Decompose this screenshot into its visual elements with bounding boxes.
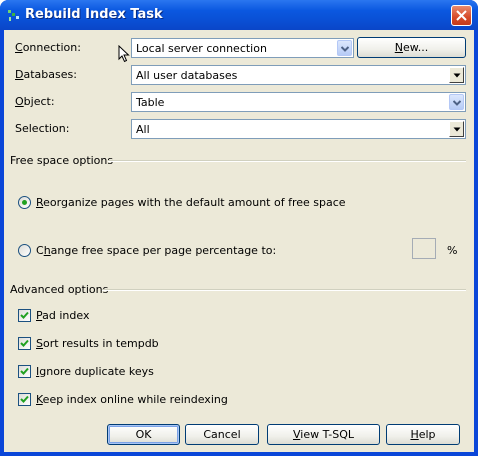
object-value: Table (136, 96, 165, 109)
connection-value: Local server connection (136, 42, 267, 55)
checkmark-icon (20, 395, 29, 403)
selection-label: Selection: (15, 122, 70, 135)
reorganize-default-radio[interactable] (18, 196, 31, 209)
view-tsql-button[interactable]: View T-SQL (267, 424, 380, 445)
object-label: Object: (15, 95, 55, 108)
connection-label: Connection: (15, 41, 81, 54)
sort-results-checkbox[interactable] (18, 337, 31, 350)
keep-index-online-checkbox[interactable] (18, 393, 31, 406)
help-button[interactable]: Help (386, 424, 460, 445)
change-free-space-label[interactable]: Change free space per page percentage to… (36, 244, 276, 257)
change-free-space-radio[interactable] (18, 244, 31, 257)
ignore-duplicate-keys-label[interactable]: Ignore duplicate keys (36, 365, 154, 378)
selection-dropdown-button[interactable] (449, 121, 464, 137)
connection-dropdown-button[interactable] (337, 40, 352, 56)
chevron-down-icon (341, 46, 349, 52)
new-connection-button[interactable]: New... (357, 37, 466, 58)
ok-button[interactable]: OK (107, 424, 180, 445)
free-space-section-title: Free space options (10, 154, 114, 167)
window-title: Rebuild Index Task (25, 7, 163, 22)
chevron-down-icon (453, 100, 461, 106)
checkmark-icon (20, 367, 29, 375)
dialog-window: Rebuild Index Task Connection: Local ser… (0, 0, 478, 456)
close-button[interactable] (451, 5, 472, 26)
triangle-down-icon (453, 127, 461, 132)
selection-value: All (136, 123, 150, 136)
triangle-down-icon (453, 73, 461, 78)
object-combo[interactable]: Table (131, 92, 466, 112)
pad-index-label[interactable]: Pad index (36, 309, 89, 322)
reorganize-default-label[interactable]: Reorganize pages with the default amount… (36, 196, 346, 209)
close-icon (456, 10, 467, 21)
title-bar[interactable]: Rebuild Index Task (0, 0, 478, 30)
free-space-divider (108, 160, 466, 162)
advanced-divider (102, 289, 466, 291)
databases-combo[interactable]: All user databases (131, 65, 466, 85)
databases-label: Databases: (15, 68, 77, 81)
databases-dropdown-button[interactable] (449, 67, 464, 83)
rebuild-index-icon (8, 10, 19, 21)
advanced-section-title: Advanced options (10, 283, 109, 296)
connection-combo[interactable]: Local server connection (131, 38, 354, 58)
dialog-body: Connection: Local server connection New.… (4, 30, 474, 452)
free-space-percent-input[interactable] (412, 238, 436, 259)
sort-results-label[interactable]: Sort results in tempdb (36, 337, 159, 350)
mouse-pointer-icon (118, 45, 130, 63)
pad-index-checkbox[interactable] (18, 309, 31, 322)
checkmark-icon (20, 339, 29, 347)
checkmark-icon (20, 311, 29, 319)
keep-index-online-label[interactable]: Keep index online while reindexing (36, 393, 228, 406)
databases-value: All user databases (136, 69, 238, 82)
percent-symbol: % (447, 244, 458, 257)
cancel-button[interactable]: Cancel (185, 424, 259, 445)
selection-combo[interactable]: All (131, 119, 466, 139)
object-dropdown-button[interactable] (449, 94, 464, 110)
ignore-duplicate-keys-checkbox[interactable] (18, 365, 31, 378)
